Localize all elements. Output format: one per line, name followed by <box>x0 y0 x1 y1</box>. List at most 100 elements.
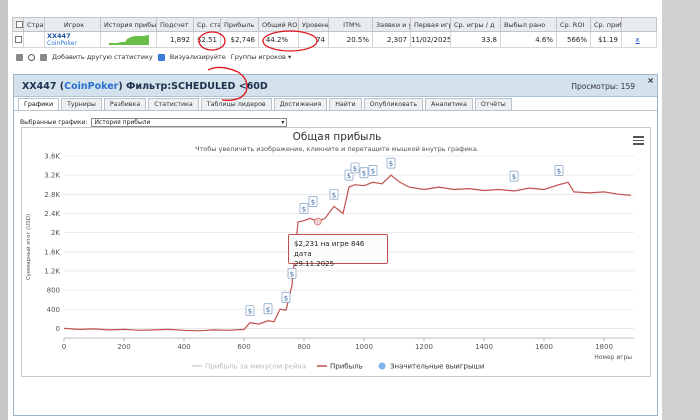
legend-item[interactable]: Значительные выигрыши <box>390 363 484 371</box>
big-win-dollar-icon: $ <box>347 172 351 180</box>
refresh-icon[interactable] <box>28 53 35 61</box>
y-axis-label: Суммарный итог (USD) <box>25 214 32 280</box>
remove-row-link[interactable]: x <box>621 31 657 48</box>
header-itm[interactable]: ITM% <box>328 17 373 32</box>
chart-tooltip: $2,231 на игре 846 дата 29.11.2025 <box>288 234 388 268</box>
tab-breakdown[interactable]: Разбивка <box>103 98 147 110</box>
header-first-game[interactable]: Первая игр <box>410 17 451 32</box>
add-stat-link[interactable]: Добавить другую статистику <box>52 53 153 61</box>
x-tick-label: 200 <box>117 343 130 351</box>
tab-leaderboards[interactable]: Таблицы лидеров <box>200 98 272 110</box>
screen: Стра Игрок История прибы Подсчет Ср. ста… <box>0 0 700 420</box>
count-cell: 1,892 <box>156 31 194 48</box>
header-avg-games-day[interactable]: Ср. игры / д <box>450 17 501 32</box>
player-room-link[interactable]: CoinPoker <box>46 40 100 47</box>
chart-selector-row: Выбранные графики: История прибыли ▾ <box>20 117 288 127</box>
header-count[interactable]: Подсчет <box>156 17 194 32</box>
x-tick-label: 1800 <box>595 343 613 351</box>
tab-find[interactable]: Найти <box>329 98 362 110</box>
header-profit[interactable]: Прибыль <box>220 17 259 32</box>
chevron-down-icon: ▾ <box>281 118 285 126</box>
chart-type-select[interactable]: История прибыли ▾ <box>91 117 288 127</box>
header-profit-history[interactable]: История прибы <box>100 17 157 32</box>
big-win-dollar-icon: $ <box>371 167 375 175</box>
y-tick-label: 3.2K <box>44 172 60 180</box>
x-tick-label: 1600 <box>535 343 553 351</box>
entries-cell: 2,307 <box>372 31 411 48</box>
header-select-all[interactable] <box>12 17 24 32</box>
tab-charts[interactable]: Графики <box>18 98 60 110</box>
header-avg-profit[interactable]: Ср. приб <box>590 17 622 32</box>
big-win-dollar-icon: $ <box>362 170 366 178</box>
selected-charts-label: Выбранные графики: <box>20 118 88 126</box>
chart-menu-icon[interactable] <box>633 136 644 145</box>
header-early-out[interactable]: Выбыл рано <box>500 17 557 32</box>
table-row[interactable]: XX447 CoinPoker 1,892 $2.51 $2,746 44.2%… <box>12 31 657 48</box>
player-cell[interactable]: XX447 CoinPoker <box>44 31 101 48</box>
tab-publish[interactable]: Опубликовать <box>363 98 424 110</box>
row-checkbox[interactable] <box>14 36 22 43</box>
select-all-checkbox[interactable] <box>16 21 23 28</box>
tab-analytics[interactable]: Аналитика <box>425 98 473 110</box>
itm-cell: 20.5% <box>328 31 373 48</box>
player-groups-label: Группы игроков <box>230 53 286 61</box>
y-tick-label: 0 <box>56 325 60 333</box>
y-tick-label: 2.8K <box>44 191 60 199</box>
x-tick-label: 800 <box>297 343 310 351</box>
x-tick-label: 1000 <box>355 343 373 351</box>
y-tick-label: 3.6K <box>44 153 60 161</box>
close-icon[interactable]: × <box>647 76 654 85</box>
y-tick-label: 2K <box>51 229 60 237</box>
chevron-down-icon: ▾ <box>287 53 292 61</box>
tabs-divider <box>14 110 657 111</box>
chart-subtitle: Чтобы увеличить изображение, кликните и … <box>195 145 479 153</box>
avg-games-day-cell: 33.8 <box>450 31 501 48</box>
x-tick-label: 0 <box>62 343 66 351</box>
header-level[interactable]: Уровень <box>298 17 329 32</box>
legend-item[interactable]: Прибыль <box>330 363 363 371</box>
header-country[interactable]: Стра <box>23 17 45 32</box>
tab-achievements[interactable]: Достижения <box>273 98 328 110</box>
title-room-link[interactable]: CoinPoker <box>64 81 118 92</box>
visualize-link[interactable]: Визуализируйте <box>170 53 226 61</box>
views-count: Просмотры: 159 <box>571 82 635 91</box>
title-player: XX447 <box>22 81 57 92</box>
x-tick-label: 400 <box>177 343 190 351</box>
tooltip-line-2: 29.11.2025 <box>294 260 335 268</box>
header-player[interactable]: Игрок <box>44 17 101 32</box>
player-dialog: XX447 (CoinPoker) Фильтр:SCHEDULED <60D … <box>13 74 658 416</box>
profit-history-cell[interactable] <box>100 31 157 48</box>
player-stats-table: Стра Игрок История прибы Подсчет Ср. ста… <box>12 17 657 48</box>
profit-chart[interactable]: 0 400 800 1.2K 1.6K 2K 2.4K 2.8K 3.2K 3.6K 0 200 400… <box>21 127 651 377</box>
big-win-dollar-icon: $ <box>353 165 357 173</box>
tab-tournaments[interactable]: Турниры <box>61 98 102 110</box>
tab-statistics[interactable]: Статистика <box>148 98 199 110</box>
header-remove <box>621 17 657 32</box>
y-tick-label: 1.6K <box>44 248 60 256</box>
big-win-dollar-icon: $ <box>311 198 315 206</box>
big-win-dollar-icon: $ <box>284 294 288 302</box>
big-win-dollar-icon: $ <box>290 270 294 278</box>
header-total-roi[interactable]: Общий RO <box>258 17 299 32</box>
chart-type-value: История прибыли <box>94 118 151 126</box>
trash-icon[interactable] <box>16 53 23 61</box>
legend-item[interactable]: Прибыль за минусом рейка <box>205 363 306 371</box>
header-avg-stake[interactable]: Ср. ста <box>193 17 221 32</box>
tab-reports[interactable]: Отчёты <box>474 98 512 110</box>
early-out-cell: 4.6% <box>500 31 557 48</box>
x-tick-label: 600 <box>237 343 250 351</box>
player-name-link[interactable]: XX447 <box>46 33 100 40</box>
row-checkbox-cell[interactable] <box>12 31 24 48</box>
visualize-icon[interactable] <box>157 53 165 61</box>
big-win-dollar-icon: $ <box>266 306 270 314</box>
dialog-title: XX447 (CoinPoker) Фильтр:SCHEDULED <60D <box>22 81 268 92</box>
profit-sparkline[interactable] <box>108 34 149 45</box>
player-groups-dropdown[interactable]: Группы игроков ▾ <box>231 53 291 61</box>
header-avg-roi[interactable]: Ср. ROI <box>556 17 591 32</box>
header-entries[interactable]: Заявки и у <box>372 17 411 32</box>
table-header-row: Стра Игрок История прибы Подсчет Ср. ста… <box>12 17 657 32</box>
left-gutter <box>0 0 8 420</box>
legend-symbol <box>378 362 386 370</box>
profit-cell: $2,746 <box>220 31 259 48</box>
table-icon[interactable] <box>40 53 47 61</box>
